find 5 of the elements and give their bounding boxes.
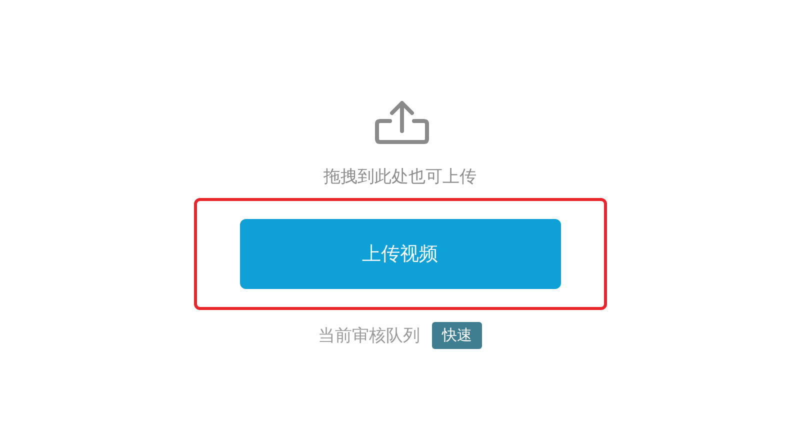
speed-badge: 快速 xyxy=(432,322,482,349)
upload-video-button[interactable]: 上传视频 xyxy=(240,219,560,289)
upload-icon xyxy=(374,99,430,145)
queue-label: 当前审核队列 xyxy=(318,325,420,347)
drag-hint: 拖拽到此处也可上传 xyxy=(324,166,476,188)
